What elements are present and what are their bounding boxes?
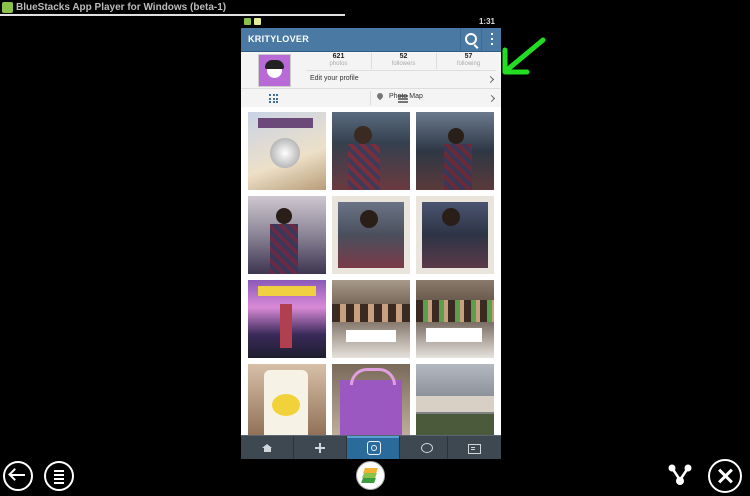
- chevron-right-icon: [487, 94, 496, 103]
- stat-photos[interactable]: 621 photos: [306, 53, 372, 69]
- list-view-tab[interactable]: [305, 89, 408, 107]
- stat-followers[interactable]: 52 followers: [371, 53, 437, 69]
- bottom-tab-bar: [241, 435, 501, 459]
- home-icon: [262, 444, 272, 452]
- tab-news[interactable]: [400, 436, 452, 459]
- chevron-right-icon: [486, 75, 495, 84]
- tab-profile[interactable]: [448, 436, 500, 459]
- photo-thumbnail[interactable]: [332, 196, 410, 274]
- app-logo-icon: [2, 2, 13, 13]
- search-icon: [465, 33, 477, 45]
- android-screen: 1:31 KRITYLOVER 621 photos 52 followers …: [241, 16, 501, 459]
- photo-map-button[interactable]: Photo Map: [371, 89, 501, 107]
- stat-label: followers: [391, 61, 416, 67]
- camera-icon: [367, 441, 381, 455]
- tab-home[interactable]: [241, 436, 293, 459]
- notification-icon: [254, 18, 261, 25]
- stat-label: photos: [329, 61, 348, 67]
- stat-label: following: [456, 61, 481, 67]
- tab-camera[interactable]: [347, 436, 399, 459]
- news-icon: [421, 443, 433, 453]
- stat-value: 621: [332, 53, 345, 60]
- photo-thumbnail[interactable]: [332, 280, 410, 358]
- app-header: KRITYLOVER: [241, 28, 501, 52]
- photo-thumbnail[interactable]: [248, 196, 326, 274]
- status-bar: 1:31: [241, 16, 501, 28]
- profile-stats: 621 photos 52 followers 57 following: [306, 53, 501, 69]
- window-title: BlueStacks App Player for Windows (beta-…: [16, 2, 227, 13]
- bluestacks-home-button[interactable]: [356, 461, 385, 490]
- edit-profile-label: Edit your profile: [310, 75, 359, 82]
- window-title-bar: BlueStacks App Player for Windows (beta-…: [0, 0, 750, 16]
- share-button[interactable]: [668, 464, 692, 486]
- stat-following[interactable]: 57 following: [436, 53, 501, 69]
- profile-header: 621 photos 52 followers 57 following Edi…: [241, 52, 501, 88]
- edit-profile-button[interactable]: Edit your profile: [306, 70, 496, 88]
- explore-icon: [315, 443, 325, 453]
- photo-thumbnail[interactable]: [332, 112, 410, 190]
- stat-value: 57: [464, 53, 473, 60]
- search-button[interactable]: [460, 28, 481, 51]
- photo-thumbnail[interactable]: [416, 112, 494, 190]
- menu-button[interactable]: [44, 461, 74, 491]
- profile-icon: [468, 444, 481, 454]
- photo-thumbnail[interactable]: [416, 196, 494, 274]
- menu-icon: [54, 470, 64, 472]
- photo-thumbnail[interactable]: [248, 280, 326, 358]
- profile-username: KRITYLOVER: [248, 34, 310, 44]
- photo-thumbnail[interactable]: [248, 364, 326, 435]
- settings-button[interactable]: [708, 459, 742, 493]
- notification-icon: [244, 18, 251, 25]
- back-button[interactable]: [3, 461, 33, 491]
- photo-thumbnail[interactable]: [248, 112, 326, 190]
- photo-thumbnail[interactable]: [416, 280, 494, 358]
- view-mode-bar: Photo Map: [241, 88, 501, 108]
- tab-explore[interactable]: [294, 436, 346, 459]
- avatar[interactable]: [258, 54, 291, 87]
- photo-thumbnail[interactable]: [416, 364, 494, 435]
- photo-map-label: Photo Map: [389, 93, 423, 100]
- back-icon: [11, 474, 25, 476]
- overflow-menu-icon: [491, 33, 493, 35]
- map-pin-icon: [375, 91, 385, 101]
- grid-view-tab[interactable]: [241, 89, 305, 107]
- stat-value: 52: [399, 53, 408, 60]
- photo-thumbnail[interactable]: [332, 364, 410, 435]
- grid-view-icon: [269, 94, 278, 103]
- photo-grid: [241, 107, 501, 435]
- status-time: 1:31: [478, 17, 495, 26]
- share-icon: [668, 464, 692, 485]
- annotation-arrow: [502, 37, 546, 75]
